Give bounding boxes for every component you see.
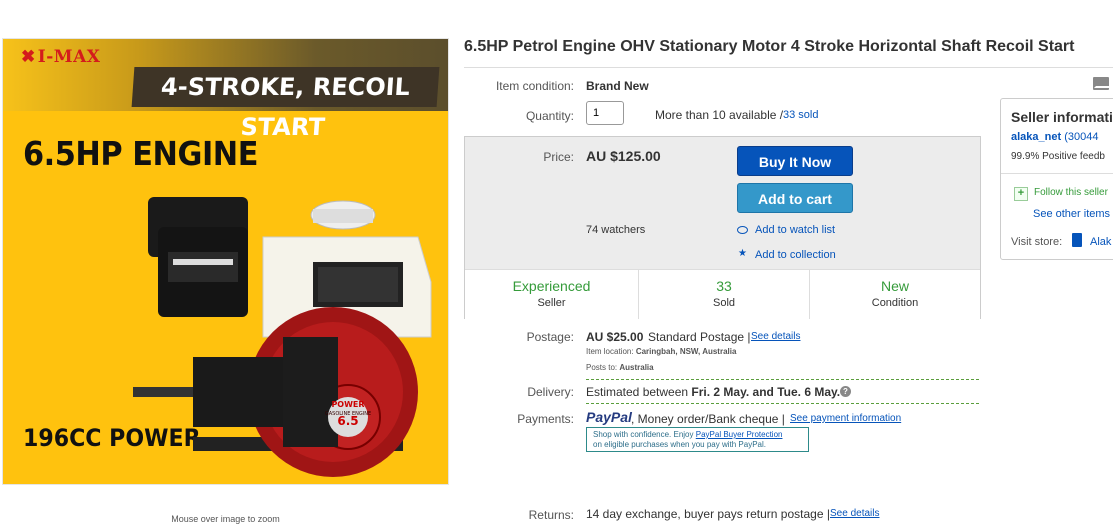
stat-value: Experienced	[512, 278, 591, 294]
posts-to-label: Posts to:	[586, 363, 618, 372]
sold-link[interactable]: 33 sold	[783, 109, 818, 121]
stat-value: 33	[716, 278, 732, 294]
seller-info-box: Seller informati alaka_net (30044 99.9% …	[1000, 98, 1113, 260]
protection-text: Shop with confidence. Enjoy	[593, 430, 694, 439]
follow-seller-link[interactable]: Follow this seller	[1034, 187, 1108, 198]
add-to-collection-link[interactable]: Add to collection	[755, 249, 836, 261]
delivery-prefix: Estimated between	[586, 385, 689, 399]
posts-to-value: Australia	[619, 363, 654, 372]
price-label: Price:	[543, 150, 574, 164]
stat-value: New	[880, 278, 909, 294]
engine-brand-label: POWER	[331, 400, 364, 409]
stat-sold: 33 Sold	[639, 270, 809, 319]
payment-methods: , Money order/Bank cheque |	[631, 412, 785, 426]
seller-divider	[1001, 173, 1113, 174]
image-banner: 4-STROKE, RECOIL START	[131, 67, 440, 141]
seller-info-heading: Seller informati	[1011, 109, 1113, 125]
store-icon	[1072, 233, 1082, 247]
plus-icon[interactable]: +	[1014, 187, 1028, 201]
mail-icon[interactable]	[1093, 77, 1109, 90]
stat-condition: New Condition	[810, 270, 980, 319]
buyer-protection-box: Shop with confidence. Enjoy PayPal Buyer…	[586, 427, 809, 452]
item-location-value: Caringbah, NSW, Australia	[635, 347, 737, 356]
visit-store-label: Visit store:	[1011, 236, 1063, 248]
protection-line-1: Shop with confidence. Enjoy PayPal Buyer…	[593, 430, 802, 440]
payment-info-link[interactable]: See payment information	[790, 413, 901, 424]
seller-feedback: 99.9% Positive feedb	[1011, 151, 1105, 162]
item-location: Item location: Caringbah, NSW, Australia	[586, 347, 736, 356]
postage-value: AU $25.00	[586, 330, 644, 344]
postage-label: Postage:	[526, 330, 574, 344]
add-to-cart-button[interactable]: Add to cart	[737, 183, 853, 213]
delivery-divider-top	[586, 379, 979, 380]
condition-label: Item condition:	[495, 79, 574, 93]
price-value: AU $125.00	[586, 148, 661, 164]
delivery-dates: Fri. 2 May. and Tue. 6 May.	[691, 385, 841, 399]
item-location-label: Item location:	[586, 347, 634, 356]
buyer-protection-link[interactable]: PayPal Buyer Protection	[696, 430, 783, 439]
star-icon: ★	[738, 248, 747, 259]
seller-stats: Experienced Seller 33 Sold New Condition	[465, 269, 980, 319]
stat-label: Sold	[712, 297, 736, 309]
image-headline: 6.5HP ENGINE	[23, 134, 259, 173]
stat-label: Condition	[871, 297, 919, 309]
seller-name-link[interactable]: alaka_net	[1011, 131, 1061, 143]
seller-score-link[interactable]: (30044	[1064, 131, 1098, 143]
eye-icon	[737, 226, 748, 234]
delivery-label: Delivery:	[527, 385, 574, 399]
delivery-estimate: Estimated between Fri. 2 May. and Tue. 6…	[586, 385, 840, 399]
buy-it-now-button[interactable]: Buy It Now	[737, 146, 853, 176]
help-icon[interactable]: ?	[840, 386, 851, 397]
title-divider	[464, 67, 1113, 68]
available-text: More than 10 available /	[655, 108, 784, 122]
see-other-items-link[interactable]: See other items	[1033, 208, 1110, 220]
product-image[interactable]: ✖ I-MAX 4-STROKE, RECOIL START 6.5HP ENGI…	[2, 38, 449, 485]
returns-label: Returns:	[528, 508, 574, 522]
seller-name-row: alaka_net (30044	[1011, 131, 1098, 143]
brand-logo: ✖ I-MAX	[21, 47, 101, 67]
paypal-logo: PayPal	[586, 409, 632, 425]
posts-to: Posts to: Australia	[586, 363, 654, 372]
postage-details-link[interactable]: See details	[751, 331, 800, 342]
quantity-label: Quantity:	[525, 109, 574, 123]
postage-method: Standard Postage |	[648, 330, 751, 344]
condition-value: Brand New	[586, 79, 649, 93]
payments-label: Payments:	[517, 412, 574, 426]
protection-line-2: on eligible purchases when you pay with …	[593, 440, 766, 449]
add-to-watch-list-link[interactable]: Add to watch list	[755, 224, 835, 236]
quantity-input[interactable]	[586, 101, 624, 125]
zoom-hint: Mouse over image to zoom	[171, 514, 280, 524]
item-title: 6.5HP Petrol Engine OHV Stationary Motor…	[464, 38, 1075, 55]
stat-experienced: Experienced Seller	[465, 270, 638, 319]
engine-sub-label: GASOLINE ENGINE	[325, 411, 371, 417]
returns-details-link[interactable]: See details	[830, 508, 879, 519]
returns-value: 14 day exchange, buyer pays return posta…	[586, 507, 830, 521]
delivery-divider-bottom	[586, 403, 979, 404]
store-link[interactable]: Alak	[1090, 236, 1111, 248]
stat-label: Seller	[537, 297, 566, 309]
paypal-logo-text: PayPal	[586, 409, 632, 425]
watchers-count: 74 watchers	[586, 224, 646, 236]
engine-illustration: POWER 6.5 GASOLINE ENGINE	[133, 197, 432, 477]
